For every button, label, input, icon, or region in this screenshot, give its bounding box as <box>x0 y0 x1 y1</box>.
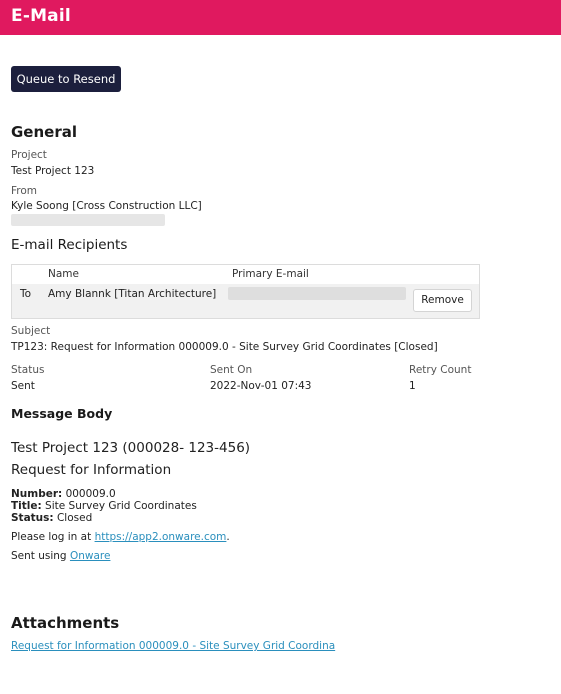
status-value: Sent <box>11 380 35 392</box>
page-header: E-Mail <box>0 0 561 35</box>
from-label: From <box>11 185 38 197</box>
retry-count-label: Retry Count <box>409 364 472 376</box>
message-number-line: Number: 000009.0 <box>11 488 116 500</box>
queue-to-resend-button[interactable]: Queue to Resend <box>11 66 121 92</box>
recipient-name: Amy Blannk [Titan Architecture] <box>48 288 217 300</box>
onware-link[interactable]: Onware <box>70 550 111 562</box>
subject-label: Subject <box>11 325 51 337</box>
message-doc-type: Request for Information <box>11 462 172 478</box>
subject-value: TP123: Request for Information 000009.0 … <box>11 341 438 353</box>
login-suffix: . <box>226 531 230 543</box>
sent-on-label: Sent On <box>210 364 253 376</box>
number-label: Number: <box>11 488 63 500</box>
table-row: To Amy Blannk [Titan Architecture] Remov… <box>12 284 479 318</box>
column-header-name: Name <box>48 268 79 280</box>
message-body-heading: Message Body <box>11 406 113 421</box>
project-label: Project <box>11 149 47 161</box>
sent-using-line: Sent using Onware <box>11 550 110 562</box>
recipients-heading: E-mail Recipients <box>11 237 128 253</box>
message-status-line: Status: Closed <box>11 512 92 524</box>
redacted-recipient-email <box>228 287 406 300</box>
login-prefix: Please log in at <box>11 531 95 543</box>
message-status-value: Closed <box>56 512 93 524</box>
title-label: Title: <box>11 500 42 512</box>
login-line: Please log in at https://app2.onware.com… <box>11 531 230 543</box>
from-value: Kyle Soong [Cross Construction LLC] <box>11 200 202 212</box>
redacted-from-email <box>11 214 165 226</box>
message-status-label: Status: <box>11 512 54 524</box>
login-link[interactable]: https://app2.onware.com <box>95 531 227 543</box>
attachment-link[interactable]: Request for Information 000009.0 - Site … <box>11 640 335 652</box>
recipients-table: Name Primary E-mail To Amy Blannk [Titan… <box>11 264 480 319</box>
general-heading: General <box>11 123 77 141</box>
sent-on-value: 2022-Nov-01 07:43 <box>210 380 312 392</box>
retry-count-value: 1 <box>409 380 416 392</box>
recipient-type: To <box>20 288 32 300</box>
remove-recipient-button[interactable]: Remove <box>413 289 472 312</box>
message-title-line: Title: Site Survey Grid Coordinates <box>11 500 197 512</box>
column-header-primary-email: Primary E-mail <box>232 268 309 280</box>
sent-using-prefix: Sent using <box>11 550 70 562</box>
number-value: 000009.0 <box>65 488 116 500</box>
page-title: E-Mail <box>11 6 71 26</box>
title-value: Site Survey Grid Coordinates <box>45 500 197 512</box>
message-project-line: Test Project 123 (000028- 123-456) <box>11 440 251 456</box>
project-value: Test Project 123 <box>11 165 95 177</box>
status-label: Status <box>11 364 45 376</box>
attachments-heading: Attachments <box>11 614 120 632</box>
